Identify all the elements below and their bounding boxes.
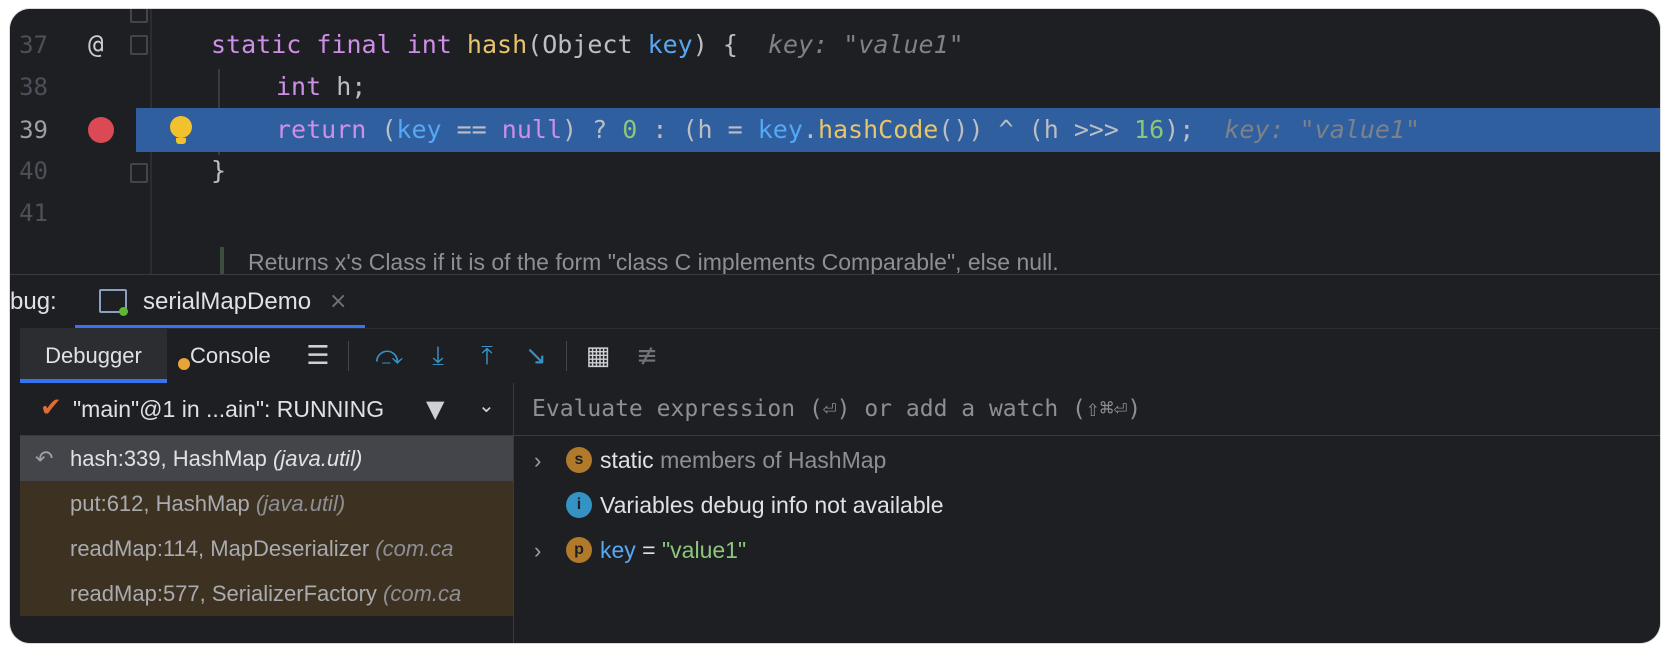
variables-panel: Evaluate expression (⏎) or add a watch (… <box>514 383 1660 643</box>
stack-frame[interactable]: put:612, HashMap (java.util) <box>20 481 513 526</box>
toolbar-separator <box>566 341 567 371</box>
stack-frame[interactable]: readMap:577, SerializerFactory (com.ca <box>20 571 513 616</box>
code-text: } <box>211 156 227 185</box>
code-line-39[interactable]: 39 return (key == null) ? 0 : (h = key.h… <box>10 108 1660 152</box>
inline-value-hint: key: "value1" <box>767 30 964 59</box>
code-text: static final int hash(Object key) { key:… <box>211 30 964 59</box>
info-icon: i <box>566 492 592 518</box>
variable-row-info: i Variables debug info not available <box>514 483 1660 528</box>
filter-icon[interactable]: ▼ <box>426 395 444 423</box>
run-config-tab[interactable]: serialMapDemo × <box>75 275 365 329</box>
step-out-icon[interactable]: ⤒ <box>473 342 501 370</box>
evaluate-expression-input[interactable]: Evaluate expression (⏎) or add a watch (… <box>514 383 1660 436</box>
fold-icon[interactable] <box>130 35 148 55</box>
code-line-40[interactable]: 40 } <box>10 149 1660 193</box>
chevron-right-icon[interactable]: › <box>534 528 541 573</box>
variable-row-static[interactable]: › s static members of HashMap <box>514 438 1660 483</box>
run-config-name: serialMapDemo <box>143 288 312 315</box>
stack-frame[interactable]: ↶ hash:339, HashMap (java.util) <box>20 436 513 481</box>
debug-label: bug: <box>10 288 57 315</box>
code-line-37[interactable]: 37 @ static final int hash(Object key) {… <box>10 23 1660 67</box>
debug-tool-window-header: bug: serialMapDemo × <box>10 274 1660 329</box>
line-number: 37 <box>19 31 48 59</box>
menu-icon[interactable]: ☰ <box>304 342 332 370</box>
return-arrow-icon: ↶ <box>35 446 54 471</box>
static-badge-icon: s <box>566 447 592 473</box>
inline-value-hint: key: "value1" <box>1224 115 1421 144</box>
thread-label: "main"@1 in ...ain": RUNNING <box>73 396 385 422</box>
run-to-cursor-icon[interactable]: ↘ <box>522 342 550 370</box>
thread-selector[interactable]: ✔ "main"@1 in ...ain": RUNNING ▼ ⌄ <box>20 383 513 436</box>
line-number: 38 <box>19 73 48 101</box>
ide-window: 37 @ static final int hash(Object key) {… <box>10 9 1660 643</box>
tab-debugger[interactable]: Debugger <box>20 329 167 383</box>
chevron-down-icon[interactable]: ⌄ <box>478 393 495 417</box>
override-marker-icon[interactable]: @ <box>88 23 104 67</box>
variable-row-key[interactable]: › p key = "value1" <box>514 528 1660 573</box>
code-text: return (key == null) ? 0 : (h = key.hash… <box>276 115 1421 144</box>
code-editor[interactable]: 37 @ static final int hash(Object key) {… <box>10 9 1660 284</box>
running-indicator-icon <box>119 307 128 316</box>
code-line-partial <box>10 9 1660 23</box>
lightbulb-icon[interactable] <box>170 116 192 144</box>
step-over-icon[interactable]: ⤼ <box>375 342 403 370</box>
debugger-toolbar: Debugger Console ☰ ⤼ ⤓ ⤒ ↘ ▦ ≢ <box>20 328 1660 384</box>
line-number: 40 <box>19 157 48 185</box>
line-number: 41 <box>19 199 48 227</box>
doc-comment-text: Returns x's Class if it is of the form "… <box>248 249 1059 275</box>
step-into-icon[interactable]: ⤓ <box>424 342 452 370</box>
check-icon: ✔ <box>40 393 62 423</box>
console-warning-icon <box>178 358 190 370</box>
line-number: 39 <box>19 116 48 144</box>
stack-frame[interactable]: readMap:114, MapDeserializer (com.ca <box>20 526 513 571</box>
toolbar-separator <box>348 341 349 371</box>
chevron-right-icon[interactable]: › <box>534 438 541 483</box>
code-line-38[interactable]: 38 int h; <box>10 65 1660 109</box>
fold-icon[interactable] <box>130 163 148 183</box>
parameter-badge-icon: p <box>566 537 592 563</box>
evaluate-placeholder: Evaluate expression (⏎) or add a watch (… <box>532 396 1142 422</box>
code-line-41[interactable]: 41 <box>10 191 1660 235</box>
breakpoint-icon[interactable] <box>88 117 114 143</box>
close-icon[interactable]: × <box>329 275 347 329</box>
fold-icon[interactable] <box>130 9 148 23</box>
evaluate-icon[interactable]: ▦ <box>584 342 612 370</box>
tab-console[interactable]: Console <box>178 329 290 383</box>
frames-panel: ✔ "main"@1 in ...ain": RUNNING ▼ ⌄ ↶ has… <box>20 383 514 643</box>
trace-icon[interactable]: ≢ <box>633 342 661 370</box>
code-text: int h; <box>276 72 367 101</box>
